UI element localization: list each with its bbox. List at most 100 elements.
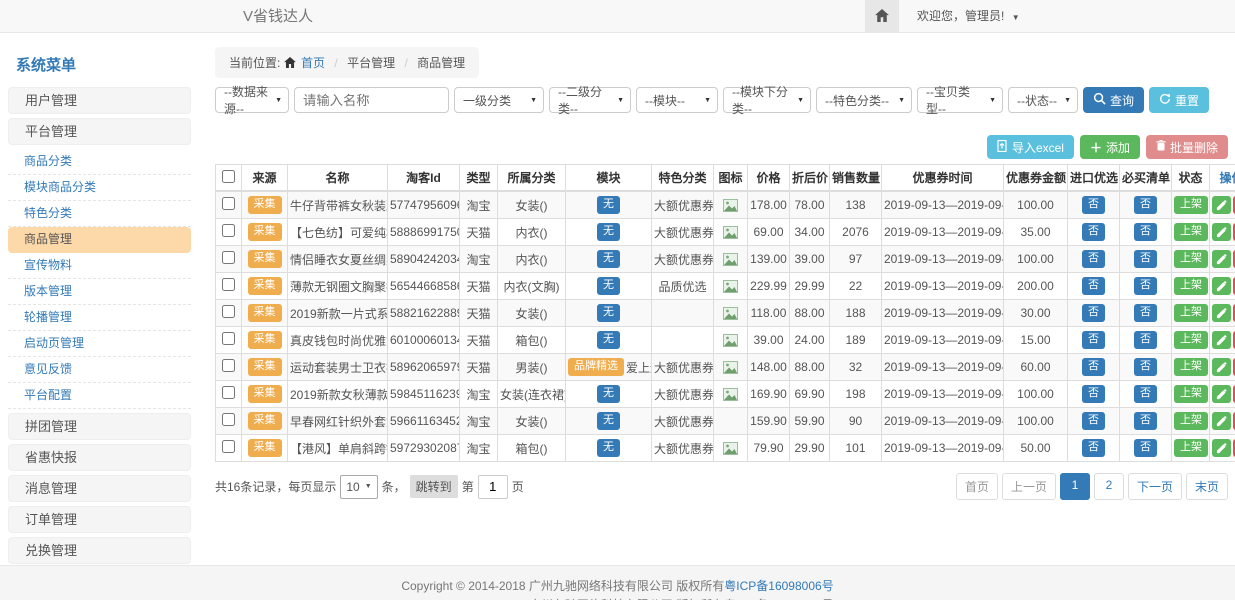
row-checkbox[interactable] bbox=[222, 224, 235, 237]
page-button-2[interactable]: 2 bbox=[1094, 473, 1124, 500]
import-select-badge[interactable]: 否 bbox=[1082, 277, 1105, 294]
breadcrumb-prefix: 当前位置: bbox=[229, 56, 280, 70]
sidebar-item-商品管理[interactable]: 商品管理 bbox=[8, 227, 191, 253]
sidebar-group-拼团管理[interactable]: 拼团管理 bbox=[8, 413, 191, 440]
row-checkbox[interactable] bbox=[222, 305, 235, 318]
row-checkbox[interactable] bbox=[222, 386, 235, 399]
must-buy-badge[interactable]: 否 bbox=[1134, 358, 1157, 375]
name-search-input[interactable] bbox=[294, 87, 449, 113]
row-checkbox[interactable] bbox=[222, 197, 235, 210]
status-badge[interactable]: 上架 bbox=[1174, 412, 1208, 429]
sidebar-group-平台管理[interactable]: 平台管理 bbox=[8, 118, 191, 145]
filter-select-一级分类[interactable]: 一级分类▼ bbox=[454, 87, 544, 113]
import-select-badge[interactable]: 否 bbox=[1082, 385, 1105, 402]
edit-button[interactable] bbox=[1212, 385, 1231, 403]
row-checkbox[interactable] bbox=[222, 278, 235, 291]
status-badge[interactable]: 上架 bbox=[1174, 331, 1208, 348]
sidebar-item-模块商品分类[interactable]: 模块商品分类 bbox=[8, 175, 191, 201]
edit-button[interactable] bbox=[1212, 223, 1231, 241]
filter-select-宝贝类型[interactable]: --宝贝类型--▼ bbox=[917, 87, 1003, 113]
home-nav-button[interactable] bbox=[865, 0, 899, 33]
import-select-badge[interactable]: 否 bbox=[1082, 412, 1105, 429]
page-button-首页[interactable]: 首页 bbox=[956, 473, 998, 500]
sidebar-group-用户管理[interactable]: 用户管理 bbox=[8, 87, 191, 114]
cell-category: 内衣(文胸) bbox=[498, 273, 566, 300]
must-buy-badge[interactable]: 否 bbox=[1134, 331, 1157, 348]
user-menu[interactable]: 欢迎您，管理员! ▼ bbox=[899, 0, 1020, 33]
sidebar-item-平台配置[interactable]: 平台配置 bbox=[8, 383, 191, 409]
table-row: 采集牛仔背带裤女秋装减龄...577479560965淘宝女装()无大额优惠券1… bbox=[216, 191, 1235, 219]
page-size-select[interactable]: 10 ▼ bbox=[340, 475, 377, 499]
status-badge[interactable]: 上架 bbox=[1174, 385, 1208, 402]
status-badge[interactable]: 上架 bbox=[1174, 196, 1208, 213]
filter-select-状态[interactable]: --状态--▼ bbox=[1008, 87, 1078, 113]
sidebar-item-版本管理[interactable]: 版本管理 bbox=[8, 279, 191, 305]
jump-button[interactable]: 跳转到 bbox=[410, 475, 458, 498]
select-all-checkbox[interactable] bbox=[222, 170, 235, 183]
sidebar-item-轮播管理[interactable]: 轮播管理 bbox=[8, 305, 191, 331]
import-select-badge[interactable]: 否 bbox=[1082, 250, 1105, 267]
edit-button[interactable] bbox=[1212, 277, 1231, 295]
import-select-badge[interactable]: 否 bbox=[1082, 196, 1105, 213]
edit-button[interactable] bbox=[1212, 439, 1231, 457]
status-badge[interactable]: 上架 bbox=[1174, 439, 1208, 456]
filter-select-特色分类[interactable]: --特色分类--▼ bbox=[816, 87, 912, 113]
must-buy-badge[interactable]: 否 bbox=[1134, 412, 1157, 429]
import-select-badge[interactable]: 否 bbox=[1082, 223, 1105, 240]
filter-select-二级分类[interactable]: --二级分类--▼ bbox=[549, 87, 631, 113]
edit-button[interactable] bbox=[1212, 331, 1231, 349]
must-buy-badge[interactable]: 否 bbox=[1134, 250, 1157, 267]
must-buy-badge[interactable]: 否 bbox=[1134, 196, 1157, 213]
sidebar-group-订单管理[interactable]: 订单管理 bbox=[8, 506, 191, 533]
jump-page-input[interactable] bbox=[478, 475, 508, 499]
page-button-上一页[interactable]: 上一页 bbox=[1002, 473, 1056, 500]
icp-link[interactable]: 粤ICP备16098006号 bbox=[724, 579, 833, 593]
sidebar-group-省惠快报[interactable]: 省惠快报 bbox=[8, 444, 191, 471]
edit-button[interactable] bbox=[1212, 358, 1231, 376]
must-buy-badge[interactable]: 否 bbox=[1134, 277, 1157, 294]
edit-button[interactable] bbox=[1212, 196, 1231, 214]
must-buy-badge[interactable]: 否 bbox=[1134, 223, 1157, 240]
row-checkbox[interactable] bbox=[222, 359, 235, 372]
import-select-badge[interactable]: 否 bbox=[1082, 358, 1105, 375]
search-button[interactable]: 查询 bbox=[1083, 87, 1144, 113]
sidebar-item-商品分类[interactable]: 商品分类 bbox=[8, 149, 191, 175]
import-excel-button[interactable]: 导入excel bbox=[987, 135, 1074, 159]
filter-select-数据来源[interactable]: --数据来源--▼ bbox=[215, 87, 289, 113]
must-buy-badge[interactable]: 否 bbox=[1134, 304, 1157, 321]
status-badge[interactable]: 上架 bbox=[1174, 304, 1208, 321]
edit-button[interactable] bbox=[1212, 250, 1231, 268]
must-buy-badge[interactable]: 否 bbox=[1134, 385, 1157, 402]
sidebar-group-兑换管理[interactable]: 兑换管理 bbox=[8, 537, 191, 564]
chevron-down-icon: ▼ bbox=[898, 97, 905, 104]
row-checkbox[interactable] bbox=[222, 413, 235, 426]
status-badge[interactable]: 上架 bbox=[1174, 223, 1208, 240]
edit-button[interactable] bbox=[1212, 304, 1231, 322]
status-badge[interactable]: 上架 bbox=[1174, 250, 1208, 267]
status-badge[interactable]: 上架 bbox=[1174, 277, 1208, 294]
reset-button[interactable]: 重置 bbox=[1149, 87, 1209, 113]
sidebar-item-意见反馈[interactable]: 意见反馈 bbox=[8, 357, 191, 383]
add-button[interactable]: ＋ 添加 bbox=[1080, 135, 1140, 159]
row-checkbox[interactable] bbox=[222, 332, 235, 345]
batch-delete-button[interactable]: 批量删除 bbox=[1146, 135, 1228, 159]
import-select-badge[interactable]: 否 bbox=[1082, 331, 1105, 348]
filter-select-模块下分类[interactable]: --模块下分类--▼ bbox=[723, 87, 811, 113]
edit-button[interactable] bbox=[1212, 412, 1231, 430]
filter-select-模块[interactable]: --模块--▼ bbox=[636, 87, 718, 113]
sidebar-group-消息管理[interactable]: 消息管理 bbox=[8, 475, 191, 502]
must-buy-badge[interactable]: 否 bbox=[1134, 439, 1157, 456]
sidebar-item-启动页管理[interactable]: 启动页管理 bbox=[8, 331, 191, 357]
cell-feature: 大额优惠券 bbox=[652, 381, 714, 408]
row-checkbox[interactable] bbox=[222, 251, 235, 264]
import-select-badge[interactable]: 否 bbox=[1082, 439, 1105, 456]
page-button-1[interactable]: 1 bbox=[1060, 473, 1090, 500]
page-button-末页[interactable]: 末页 bbox=[1186, 473, 1228, 500]
import-select-badge[interactable]: 否 bbox=[1082, 304, 1105, 321]
sidebar-item-特色分类[interactable]: 特色分类 bbox=[8, 201, 191, 227]
page-button-下一页[interactable]: 下一页 bbox=[1128, 473, 1182, 500]
status-badge[interactable]: 上架 bbox=[1174, 358, 1208, 375]
sidebar-item-宣传物料[interactable]: 宣传物料 bbox=[8, 253, 191, 279]
breadcrumb-home-link[interactable]: 首页 bbox=[301, 56, 325, 70]
row-checkbox[interactable] bbox=[222, 440, 235, 453]
